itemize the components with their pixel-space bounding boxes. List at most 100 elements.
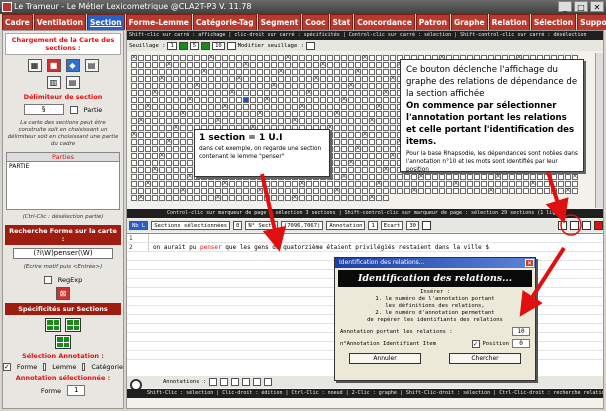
section-cell[interactable] xyxy=(173,90,179,96)
section-cell[interactable] xyxy=(390,111,396,117)
section-cell[interactable] xyxy=(180,160,186,166)
section-cell[interactable] xyxy=(362,76,368,82)
section-cell[interactable] xyxy=(152,146,158,152)
section-cell[interactable] xyxy=(299,83,305,89)
section-cell[interactable] xyxy=(201,111,207,117)
section-cell[interactable] xyxy=(292,97,298,103)
section-cell[interactable] xyxy=(152,69,158,75)
section-cell[interactable] xyxy=(271,104,277,110)
tab-concordance[interactable]: Concordance xyxy=(354,14,415,30)
section-cell[interactable] xyxy=(229,104,235,110)
section-cell[interactable] xyxy=(383,125,389,131)
section-cell[interactable] xyxy=(362,97,368,103)
section-cell[interactable] xyxy=(138,97,144,103)
section-cell[interactable] xyxy=(145,62,151,68)
section-cell[interactable] xyxy=(320,181,326,187)
section-cell[interactable] xyxy=(236,90,242,96)
section-cell[interactable] xyxy=(173,97,179,103)
section-cell[interactable] xyxy=(166,90,172,96)
tab-cat-gorie-tag[interactable]: Catégorie-Tag xyxy=(192,14,257,30)
section-cell[interactable] xyxy=(138,76,144,82)
section-cell[interactable] xyxy=(320,76,326,82)
section-cell[interactable] xyxy=(257,118,263,124)
section-cell[interactable] xyxy=(474,181,480,187)
section-cell[interactable] xyxy=(229,76,235,82)
section-cell[interactable] xyxy=(341,118,347,124)
section-cell[interactable] xyxy=(166,125,172,131)
section-cell[interactable] xyxy=(341,76,347,82)
section-cell[interactable] xyxy=(243,76,249,82)
section-cell[interactable] xyxy=(432,174,438,180)
section-cell[interactable] xyxy=(250,62,256,68)
section-cell[interactable] xyxy=(201,67,207,75)
section-cell[interactable] xyxy=(327,62,333,68)
section-cell[interactable] xyxy=(194,97,200,103)
section-cell[interactable] xyxy=(502,181,508,187)
section-cell[interactable] xyxy=(180,146,186,152)
section-cell[interactable] xyxy=(180,109,186,117)
section-cell[interactable] xyxy=(271,62,277,68)
section-cell[interactable] xyxy=(152,139,158,145)
section-cell[interactable] xyxy=(418,188,424,194)
section-cell[interactable] xyxy=(278,181,284,187)
section-cell[interactable] xyxy=(208,118,214,124)
section-cell[interactable] xyxy=(243,195,249,201)
section-cell[interactable] xyxy=(187,55,193,61)
section-cell[interactable] xyxy=(159,74,165,82)
section-cell[interactable] xyxy=(481,188,487,194)
section-cell[interactable] xyxy=(369,125,375,131)
section-cell[interactable] xyxy=(362,53,368,61)
section-cell[interactable] xyxy=(369,83,375,89)
section-cell[interactable] xyxy=(404,188,410,194)
section-cell[interactable] xyxy=(236,195,242,201)
section-cell[interactable] xyxy=(313,90,319,96)
annot-box[interactable] xyxy=(242,378,251,386)
section-cell[interactable] xyxy=(306,111,312,117)
section-cell[interactable] xyxy=(173,153,179,159)
section-cell[interactable] xyxy=(278,188,284,194)
section-cell[interactable] xyxy=(376,102,382,110)
section-cell[interactable] xyxy=(250,188,256,194)
section-cell[interactable] xyxy=(334,83,340,89)
section-cell[interactable] xyxy=(138,116,144,124)
section-cell[interactable] xyxy=(285,90,291,96)
section-cell[interactable] xyxy=(369,90,375,96)
section-cell[interactable] xyxy=(138,55,144,61)
section-cell[interactable] xyxy=(348,111,354,117)
section-cell[interactable] xyxy=(145,167,151,173)
section-cell[interactable] xyxy=(306,118,312,124)
section-cell[interactable] xyxy=(180,186,186,194)
section-cell[interactable] xyxy=(390,90,396,96)
section-cell[interactable] xyxy=(215,104,221,110)
section-cell[interactable] xyxy=(376,153,382,159)
section-cell[interactable] xyxy=(208,83,214,89)
section-cell[interactable] xyxy=(285,69,291,75)
section-cell[interactable] xyxy=(320,188,326,194)
section-cell[interactable] xyxy=(376,111,382,117)
section-cell[interactable] xyxy=(383,195,389,201)
section-cell[interactable] xyxy=(285,111,291,117)
section-cell[interactable] xyxy=(152,195,158,201)
section-cell[interactable] xyxy=(131,76,137,82)
section-cell[interactable] xyxy=(152,188,158,194)
delete-icon[interactable] xyxy=(594,221,603,230)
annot-box[interactable] xyxy=(209,378,218,386)
section-cell[interactable] xyxy=(152,181,158,187)
section-cell[interactable] xyxy=(355,167,361,173)
section-cell[interactable] xyxy=(229,111,235,117)
section-cell[interactable] xyxy=(383,69,389,75)
section-cell[interactable] xyxy=(376,139,382,145)
section-cell[interactable] xyxy=(138,174,144,180)
section-cell[interactable] xyxy=(145,153,151,159)
section-cell[interactable] xyxy=(369,69,375,75)
section-cell[interactable] xyxy=(369,139,375,145)
section-cell[interactable] xyxy=(257,186,263,194)
section-cell[interactable] xyxy=(348,181,354,187)
section-cell[interactable] xyxy=(250,111,256,117)
section-cell[interactable] xyxy=(264,118,270,124)
section-cell[interactable] xyxy=(222,179,228,187)
section-cell[interactable] xyxy=(348,62,354,68)
section-cell[interactable] xyxy=(390,174,396,180)
section-cell[interactable] xyxy=(152,165,158,173)
section-cell[interactable] xyxy=(264,188,270,194)
